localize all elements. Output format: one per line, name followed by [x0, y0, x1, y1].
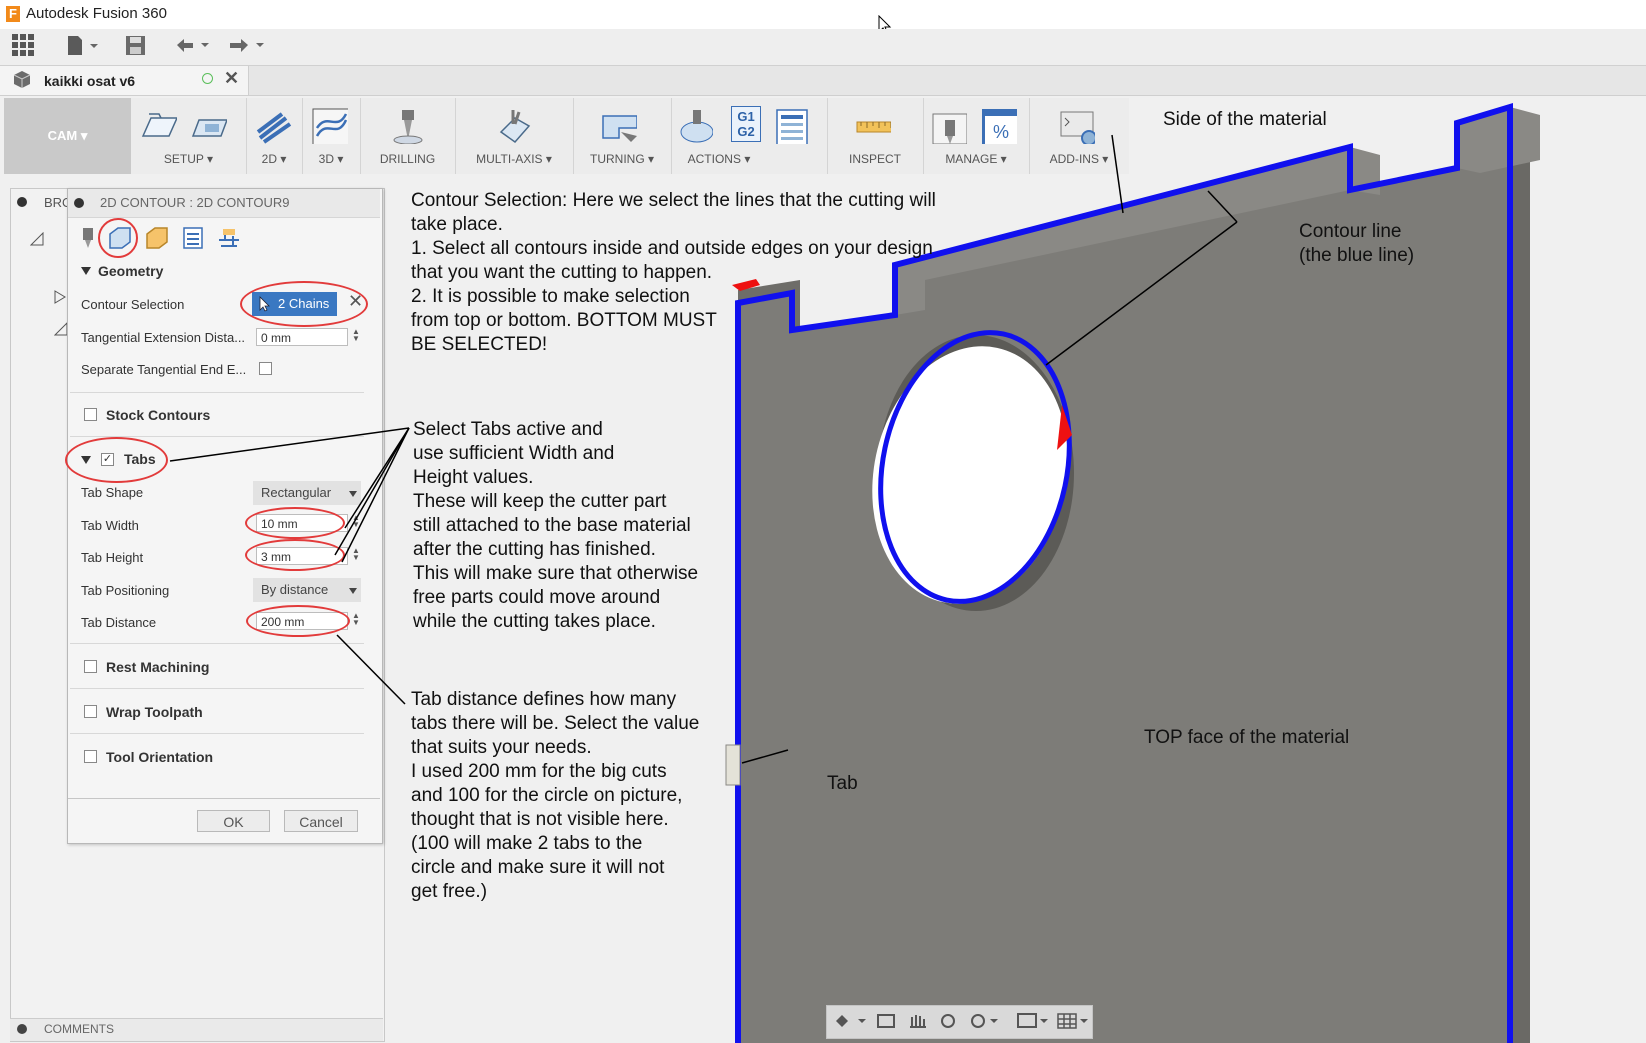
fit-icon — [971, 1014, 985, 1028]
look-at-icon — [877, 1014, 895, 1028]
contour-line-annotation: Contour line (the blue line) — [1299, 221, 1415, 266]
navigation-icons — [836, 1013, 1088, 1029]
section-divider — [70, 733, 364, 734]
zoom-icon — [941, 1014, 955, 1028]
multi-axis-label: MULTI-AXIS ▾ — [476, 152, 552, 166]
pan-icon — [910, 1015, 926, 1028]
cancel-button[interactable]: Cancel — [284, 810, 358, 832]
tab-distance-annotation: Tab distance defines how many tabs there… — [411, 689, 700, 902]
turning-icon — [602, 115, 637, 142]
ok-button[interactable]: OK — [197, 810, 270, 832]
contour-selection-annotation: Contour Selection: Here we select the li… — [411, 190, 936, 355]
tabs-annotation: Select Tabs active and use sufficient Wi… — [413, 419, 699, 632]
multi-axis-icon — [499, 110, 531, 144]
turning-label: TURNING ▾ — [589, 152, 655, 166]
comments-label: COMMENTS — [44, 1022, 114, 1036]
top-face-annotation: TOP face of the material — [1144, 727, 1350, 748]
tab-annotation: Tab — [827, 773, 858, 794]
dialog-footer-divider — [68, 798, 380, 799]
toolbar-group-multi-axis[interactable]: MULTI-AXIS ▾ — [455, 98, 574, 174]
add-comment-icon[interactable] — [17, 1024, 27, 1034]
annotation-leader-lines — [169, 427, 410, 705]
display-settings-icon — [1017, 1013, 1037, 1028]
tool-orientation-label: Tool Orientation — [106, 749, 214, 765]
side-of-material-annotation: Side of the material — [1163, 109, 1327, 130]
tool-orientation-checkbox[interactable] — [84, 750, 97, 763]
orbit-icon — [836, 1015, 848, 1027]
toolbar-group-turning[interactable]: TURNING ▾ — [573, 98, 672, 174]
grid-settings-icon — [1057, 1013, 1077, 1029]
